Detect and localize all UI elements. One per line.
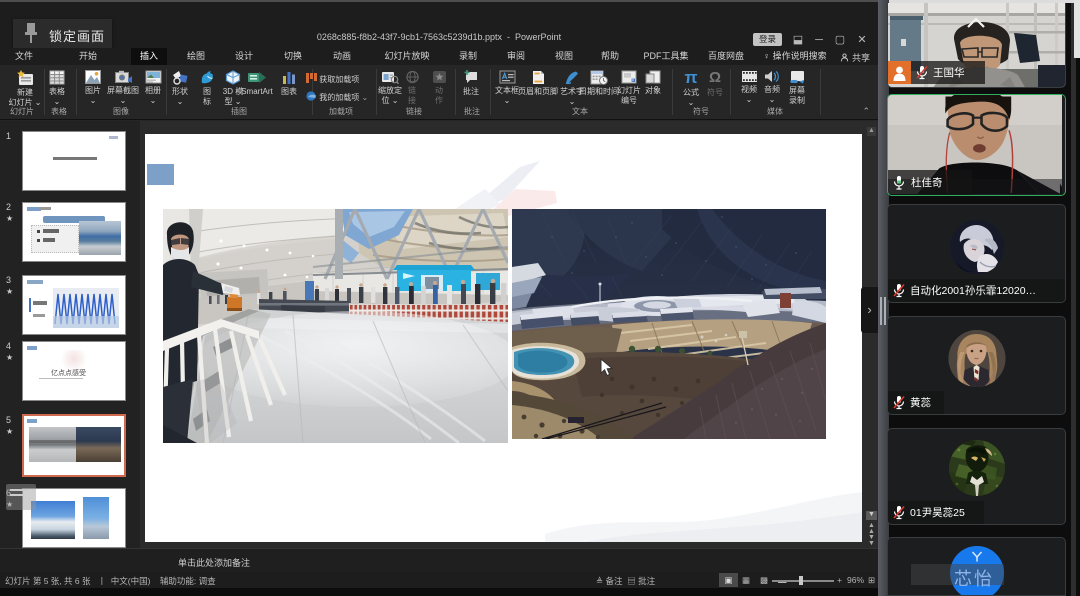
svg-text:#: # [632,79,634,83]
